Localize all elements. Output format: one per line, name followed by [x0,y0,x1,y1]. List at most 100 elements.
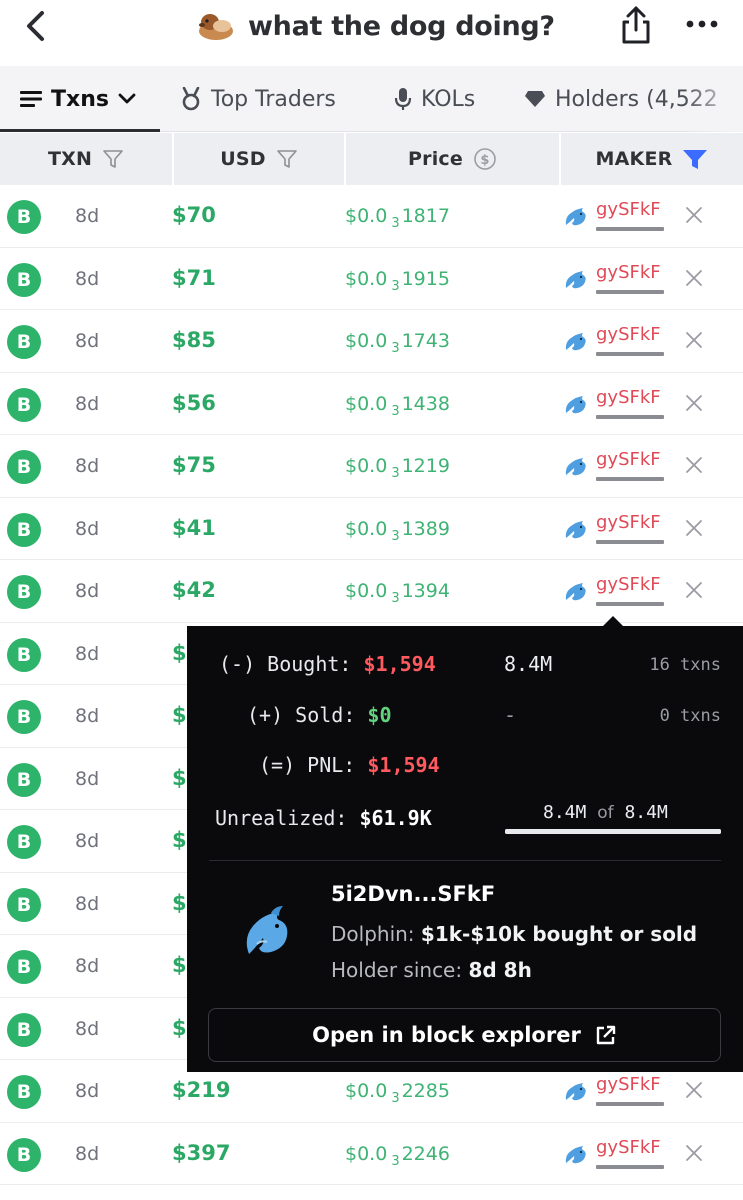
table-row[interactable]: B 8d $41 $0.0 3 1389 gySFkF [0,498,743,560]
tab-label: Txns [51,86,109,112]
usd-amount: $219 [172,1078,231,1102]
close-icon[interactable] [684,393,704,413]
price-zero-count: 3 [391,1091,400,1106]
unrealized-label: Unrealized: [215,806,348,830]
holder-since: Holder since: 8d 8h [331,958,532,982]
maker-link[interactable]: gySFkF [596,1137,661,1158]
maker-underline [596,1164,664,1169]
usd-amount: $70 [172,203,216,227]
tab-txns[interactable]: Txns [20,66,136,132]
sold-row: (+) Sold: $0 [247,703,392,727]
close-icon[interactable] [684,268,704,288]
maker-link[interactable]: gySFkF [596,574,661,595]
column-header-usd[interactable]: USD [174,133,344,185]
maker-link[interactable]: gySFkF [596,262,661,283]
token-price: $0.0 3 1438 [345,392,450,419]
txn-age: 8d [75,330,100,352]
maker-link[interactable]: gySFkF [596,199,661,220]
column-header-txn[interactable]: TXN [0,133,172,185]
table-row[interactable]: B 8d $71 $0.0 3 1915 gySFkF [0,248,743,310]
column-label: USD [220,148,266,170]
bought-row: (-) Bought: $1,594 [219,652,436,676]
tab-bar: Txns Top Traders KOLs Holders (4,522 [0,66,743,132]
dolphin-icon [565,270,586,288]
column-header-price[interactable]: Price $ [346,133,559,185]
price-zero-count: 3 [391,591,400,606]
column-header-maker[interactable]: MAKER [561,133,743,185]
txn-age: 8d [75,517,100,540]
top-bar: what the dog doing? [0,0,743,66]
usd-amount: $85 [172,328,216,352]
close-icon[interactable] [684,518,704,538]
price-zero-count: 3 [391,341,400,356]
maker-link[interactable]: gySFkF [596,1074,661,1095]
close-icon[interactable] [684,1143,704,1163]
table-row[interactable]: B 8d $42 $0.0 3 1394 gySFkF [0,560,743,623]
table-row[interactable]: B 8d $397 $0.0 3 2246 gySFkF [0,1123,743,1185]
price-zero-count: 3 [391,1153,400,1169]
maker-address: 5i2Dvn...SFkF [331,882,496,906]
token-price: $0.0 3 1915 [345,268,450,294]
list-icon [20,91,42,107]
table-row[interactable]: B 8d $56 $0.0 3 1438 gySFkF [0,373,743,435]
chevron-down-icon [118,93,136,104]
dolphin-icon [565,333,586,351]
tab-kols[interactable]: KOLs [394,66,475,132]
microphone-icon [394,88,412,110]
back-button[interactable] [18,8,54,44]
table-row[interactable]: B 8d $70 $0.0 3 1817 gySFkF [0,185,743,248]
buy-badge: B [7,1137,41,1172]
close-icon[interactable] [684,1080,704,1100]
more-options-button[interactable] [684,12,720,36]
txn-age: 8d [75,955,100,977]
price-prefix: $0.0 [345,1142,388,1165]
buy-badge: B [7,1075,41,1109]
table-row[interactable]: B 8d $85 $0.0 3 1743 gySFkF [0,310,743,373]
txn-age: 8d [75,455,100,477]
maker-underline [596,539,664,544]
dolphin-icon [565,395,586,413]
maker-underline [596,477,664,481]
buy-badge: B [7,200,41,234]
dolphin-icon [565,583,586,601]
column-label: TXN [47,148,93,170]
maker-link[interactable]: gySFkF [596,387,661,408]
holder-value: 8d 8h [468,958,532,982]
holding-total: 8.4M [624,802,668,823]
token-avatar-icon [199,14,233,40]
price-zero-count: 3 [391,528,400,544]
txn-age: 8d [75,1142,100,1165]
external-link-icon [596,1025,616,1045]
buy-badge: B [7,1012,41,1047]
price-prefix: $0.0 [345,392,388,415]
price-zero-count: 3 [391,403,400,419]
tab-top-traders[interactable]: Top Traders [180,66,336,132]
token-price: $0.0 3 2246 [345,1142,450,1169]
usd-amount: $41 [172,515,216,540]
close-icon[interactable] [684,205,704,225]
bought-usd: $1,594 [363,652,436,676]
dolphin-icon [565,458,586,476]
price-digits: 1438 [401,392,450,415]
usd-amount: $ [172,703,187,727]
usd-amount: $ [172,890,187,915]
maker-link[interactable]: gySFkF [596,324,661,345]
filter-active-icon [683,150,708,169]
buy-badge: B [7,512,41,547]
open-block-explorer-button[interactable]: Open in block explorer [208,1008,721,1062]
buy-badge: B [7,887,41,922]
share-button[interactable] [618,4,654,46]
token-price: $0.0 3 1817 [345,205,450,231]
maker-link[interactable]: gySFkF [596,512,661,533]
price-prefix: $0.0 [345,455,388,477]
maker-underline [596,1102,664,1106]
maker-stats-popover: (-) Bought: $1,594 8.4M 16 txns (+) Sold… [187,626,743,1072]
maker-link[interactable]: gySFkF [596,449,661,470]
explorer-button-label: Open in block explorer [312,1023,581,1047]
maker-underline [596,227,664,231]
close-icon[interactable] [684,455,704,475]
table-row[interactable]: B 8d $75 $0.0 3 1219 gySFkF [0,435,743,498]
close-icon[interactable] [684,330,704,350]
close-icon[interactable] [684,580,704,600]
price-digits: 2246 [401,1142,450,1165]
